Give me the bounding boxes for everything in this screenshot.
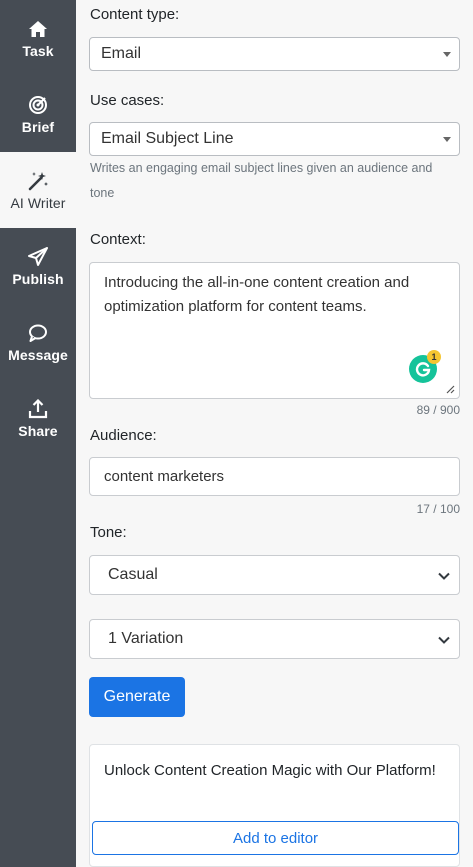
target-icon — [27, 94, 49, 116]
sidebar-item-label: Message — [8, 346, 68, 363]
use-cases-label: Use cases: — [90, 92, 165, 109]
content-type-label: Content type: — [90, 6, 180, 23]
use-case-description: Writes an engaging email subject lines g… — [90, 161, 433, 200]
audience-input[interactable]: content marketers — [89, 457, 460, 496]
sidebar-item-label: Task — [22, 42, 54, 59]
magic-wand-icon — [27, 170, 49, 192]
context-textarea[interactable]: Introducing the all-in-one content creat… — [89, 262, 460, 399]
sidebar-item-label: Share — [18, 422, 58, 439]
chevron-down-icon — [438, 572, 450, 580]
paper-plane-icon — [27, 246, 49, 268]
sidebar-item-ai-writer[interactable]: AI Writer — [0, 152, 76, 228]
content-type-value: Email — [101, 45, 142, 62]
sidebar: Task Brief AI Writer Publish Message Sha… — [0, 0, 76, 867]
sidebar-item-share[interactable]: Share — [0, 380, 76, 456]
ai-writer-panel: Content type: Email Use cases: Email Sub… — [76, 0, 473, 867]
chat-bubble-icon — [27, 322, 49, 344]
context-char-counter: 89 / 900 — [416, 403, 460, 417]
sidebar-item-label: Publish — [12, 270, 64, 287]
grammarly-badge: 1 — [427, 350, 441, 364]
caret-down-icon — [443, 52, 451, 57]
sidebar-item-publish[interactable]: Publish — [0, 228, 76, 304]
result-text: Unlock Content Creation Magic with Our P… — [104, 762, 436, 779]
audience-char-counter: 17 / 100 — [416, 502, 460, 516]
use-cases-value: Email Subject Line — [101, 130, 234, 147]
resize-handle-icon[interactable] — [445, 384, 455, 394]
home-icon — [27, 18, 49, 40]
use-cases-select[interactable]: Email Subject Line — [89, 122, 460, 156]
sidebar-item-task[interactable]: Task — [0, 0, 76, 76]
context-label: Context: — [90, 231, 146, 248]
variations-value: 1 Variation — [108, 630, 184, 647]
chevron-down-icon — [438, 636, 450, 644]
add-to-editor-button[interactable]: Add to editor — [92, 821, 459, 855]
content-type-select[interactable]: Email — [89, 37, 460, 71]
caret-down-icon — [443, 137, 451, 142]
share-upload-icon — [27, 398, 49, 420]
tone-select[interactable]: Casual — [89, 555, 460, 595]
sidebar-item-label: AI Writer — [10, 194, 66, 211]
sidebar-item-brief[interactable]: Brief — [0, 76, 76, 152]
context-text: Introducing the all-in-one content creat… — [104, 274, 410, 315]
variations-select[interactable]: 1 Variation — [89, 619, 460, 659]
tone-value: Casual — [108, 566, 158, 583]
audience-value: content marketers — [104, 468, 225, 485]
sidebar-item-label: Brief — [21, 118, 55, 135]
result-card: Unlock Content Creation Magic with Our P… — [89, 744, 460, 867]
audience-label: Audience: — [90, 427, 157, 444]
generate-button[interactable]: Generate — [89, 677, 185, 717]
sidebar-item-message[interactable]: Message — [0, 304, 76, 380]
tone-label: Tone: — [90, 524, 127, 541]
